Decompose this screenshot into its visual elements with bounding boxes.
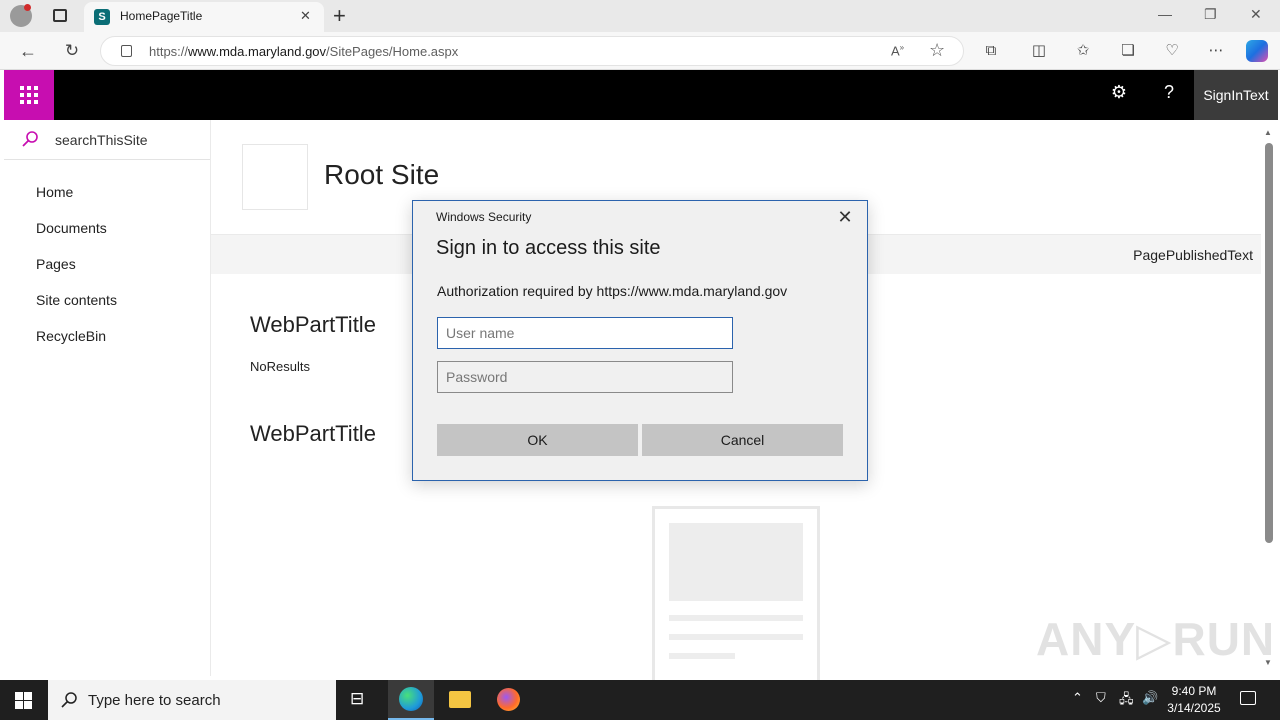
windows-security-dialog: Windows Security ✕ Sign in to access thi… (412, 200, 868, 481)
browser-tab[interactable]: S HomePageTitle ✕ (84, 2, 324, 32)
show-hidden-icons-chevron-icon[interactable]: ⌃ (1072, 690, 1083, 706)
site-title[interactable]: Root Site (324, 159, 439, 191)
security-tray-icon[interactable]: ⛉ (1096, 690, 1106, 706)
cancel-button[interactable]: Cancel (642, 424, 843, 456)
left-navigation: searchThisSite Home Documents Pages Site… (4, 120, 211, 676)
back-arrow-icon[interactable]: ← (17, 40, 39, 62)
username-input[interactable] (437, 317, 733, 349)
favorite-star-icon[interactable]: ☆ (929, 40, 945, 61)
webpart-title: WebPartTitle (250, 421, 376, 446)
volume-icon[interactable]: 🔊 (1142, 690, 1158, 706)
nav-item-pages[interactable]: Pages (36, 256, 76, 272)
split-screen-icon[interactable]: ◫ (1028, 40, 1050, 62)
system-clock[interactable]: 9:40 PM 3/14/2025 (1160, 683, 1228, 717)
profile-avatar-icon[interactable] (10, 4, 32, 27)
site-logo[interactable] (242, 144, 308, 210)
authorization-message: Authorization required by https://www.md… (437, 283, 788, 299)
settings-gear-icon[interactable]: ⚙ (1106, 82, 1132, 103)
browser-toolbar: ← ↻ https://www.mda.maryland.gov/SitePag… (0, 32, 1280, 70)
windows-start-icon[interactable] (15, 692, 32, 709)
taskbar-search-box[interactable]: Type here to search (48, 680, 336, 720)
document-placeholder-illustration (652, 506, 820, 680)
nav-item-site-contents[interactable]: Site contents (36, 292, 117, 308)
tab-close-icon[interactable]: ✕ (300, 8, 311, 24)
new-tab-button[interactable]: + (333, 3, 346, 29)
dialog-heading: Sign in to access this site (436, 237, 661, 259)
extensions-icon[interactable]: ⧉ (980, 40, 1002, 62)
app-launcher-waffle-icon[interactable] (4, 70, 54, 120)
webpart-title: WebPartTitle (250, 312, 376, 337)
search-icon (61, 692, 77, 708)
url-text: https://www.mda.maryland.gov/SitePages/H… (149, 44, 459, 59)
read-aloud-icon[interactable]: A» (891, 43, 904, 58)
anyrun-watermark-logo: ANY▷RUN (1036, 613, 1276, 665)
notification-center-icon[interactable] (1240, 691, 1256, 705)
clock-time: 9:40 PM (1171, 684, 1217, 698)
address-bar[interactable]: https://www.mda.maryland.gov/SitePages/H… (100, 36, 964, 66)
lock-icon[interactable] (121, 45, 132, 57)
edge-taskbar-icon[interactable] (388, 680, 434, 720)
password-input[interactable] (437, 361, 733, 393)
nav-item-documents[interactable]: Documents (36, 220, 107, 236)
scrollbar-thumb[interactable] (1265, 143, 1273, 543)
search-placeholder: searchThisSite (55, 132, 148, 148)
taskbar-search-placeholder: Type here to search (88, 692, 221, 709)
collections-icon[interactable]: ❏ (1117, 40, 1139, 62)
scroll-up-arrow-icon[interactable]: ▲ (1264, 128, 1272, 137)
windows-taskbar: Type here to search ⊟ ⌃ ⛉ 🖧 🔊 9:40 PM 3/… (0, 680, 1280, 720)
more-menu-icon[interactable]: ⋯ (1205, 40, 1227, 62)
network-icon[interactable]: 🖧 (1119, 690, 1134, 712)
no-results-text: NoResults (250, 359, 310, 374)
nav-item-recycle-bin[interactable]: RecycleBin (36, 328, 106, 344)
browser-essentials-icon[interactable]: ♡ (1161, 40, 1183, 62)
ok-button[interactable]: OK (437, 424, 638, 456)
minimize-button[interactable]: — (1158, 6, 1172, 22)
search-icon (22, 131, 38, 147)
restore-button[interactable]: ❐ (1204, 6, 1217, 23)
nav-item-home[interactable]: Home (36, 184, 73, 200)
suite-bar: ⚙ ? SignInText (4, 70, 1278, 120)
sign-in-button[interactable]: SignInText (1194, 70, 1278, 120)
dialog-caption: Windows Security (436, 210, 532, 224)
dialog-close-icon[interactable]: ✕ (831, 206, 859, 228)
file-explorer-icon[interactable] (449, 691, 471, 708)
page-published-text: PagePublishedText (1133, 247, 1253, 263)
copilot-icon[interactable] (1246, 40, 1268, 62)
tab-actions-icon[interactable] (53, 9, 67, 22)
favorites-icon[interactable]: ✩ (1072, 40, 1094, 62)
browser-tab-strip: S HomePageTitle ✕ + — ❐ ✕ (0, 0, 1280, 32)
sharepoint-favicon-icon: S (94, 9, 110, 25)
clock-date: 3/14/2025 (1167, 701, 1221, 715)
close-window-button[interactable]: ✕ (1250, 6, 1262, 23)
site-search-box[interactable]: searchThisSite (4, 120, 210, 160)
firefox-icon[interactable] (497, 688, 520, 711)
help-icon[interactable]: ? (1156, 82, 1182, 103)
refresh-icon[interactable]: ↻ (61, 40, 83, 62)
tab-title: HomePageTitle (120, 9, 203, 23)
task-view-icon[interactable]: ⊟ (350, 689, 364, 709)
